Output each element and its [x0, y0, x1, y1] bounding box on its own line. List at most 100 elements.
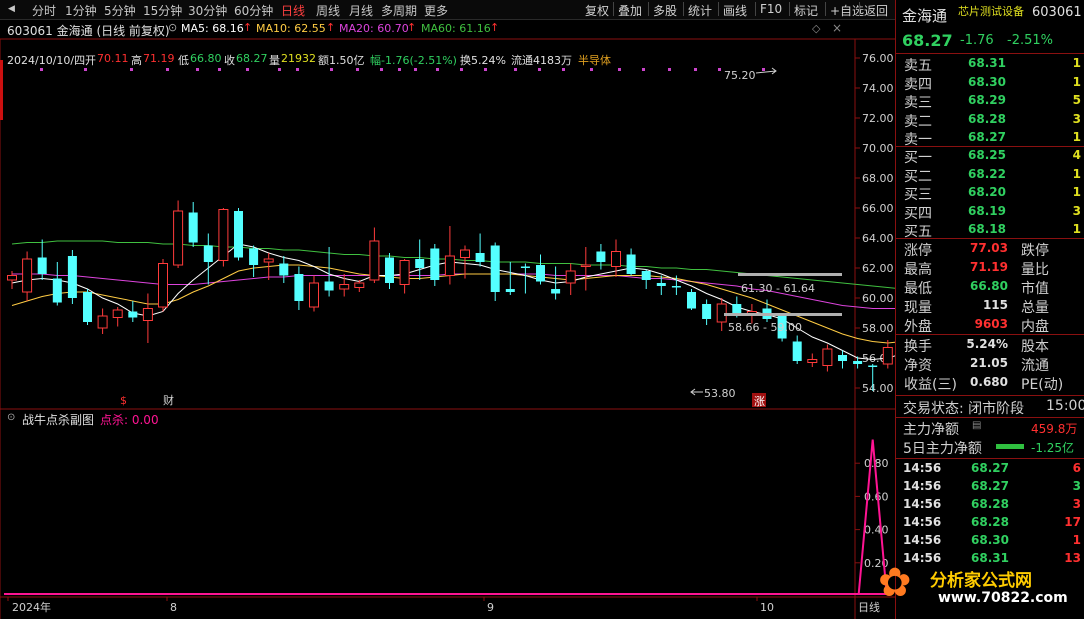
tick-vol-1: 3	[1072, 479, 1081, 493]
main-net-label: 主力净额	[903, 422, 959, 438]
candle-body-down	[234, 211, 243, 258]
buy-price-3: 68.19	[968, 203, 1006, 218]
sell-price-4: 68.27	[968, 130, 1006, 144]
candle-body-up	[399, 260, 410, 285]
sell-label-1: 卖四	[904, 76, 932, 93]
info-turnover: 换5.24%	[460, 54, 506, 67]
info-low-label: 低	[178, 54, 189, 67]
sell-vol-4: 1	[1072, 130, 1081, 144]
close-icon[interactable]: ×	[832, 21, 842, 35]
signal-dot	[514, 68, 517, 71]
signal-dot	[218, 68, 221, 71]
stat2-label2-0: 股本	[1021, 339, 1049, 355]
kill-signal-line	[4, 439, 888, 595]
sell-vol-3: 3	[1072, 111, 1081, 126]
info-vol: 21932	[281, 52, 316, 65]
brand-logo-name: 分析家公式网	[930, 571, 1032, 591]
level-bar-lower	[724, 313, 842, 316]
event-zhang-marker: 涨	[754, 395, 765, 408]
sub-settings-icon[interactable]: ⊙	[7, 412, 15, 423]
quote-panel: 金海通 芯片测试设备 603061 68.27 -1.76 -2.51% 卖五 68.31 1 卖…	[895, 0, 1084, 619]
panel-price: 68.27	[902, 31, 953, 50]
stat2-label-0: 换手	[904, 339, 932, 355]
panel-divider	[896, 53, 1084, 54]
stock-app-window: 分时 1分钟 5分钟 15分钟 30分钟 60分钟 日线 周线 月线 多周期 更多 复权 叠加 多股 统计画…	[0, 0, 1084, 619]
candle-body-up	[444, 255, 455, 276]
candle-body-up	[112, 309, 123, 318]
stat-value-0: 77.03	[970, 241, 1008, 255]
candle-body-down	[203, 245, 213, 262]
low-arrow-icon	[690, 388, 703, 396]
low-price-mark: 53.80	[704, 387, 736, 400]
stat-label-3: 现量	[904, 300, 932, 316]
tick-price-1: 68.27	[971, 479, 1009, 493]
panel-divider	[896, 458, 1084, 459]
info-sector: 半导体	[578, 54, 611, 67]
info-amount: 额1.50亿	[318, 54, 365, 67]
flower-icon: ✿	[878, 560, 912, 606]
level-upper-label: 61.30 - 61.64	[741, 282, 815, 295]
candle-body-up	[822, 348, 833, 366]
candle-body-up	[611, 251, 621, 267]
tick-time-3: 14:56	[903, 515, 942, 529]
y-tick-label: 60.00	[862, 292, 894, 305]
level-lower-label: 58.66 - 59.00	[728, 321, 802, 334]
candle-body-up	[158, 263, 168, 308]
sell-vol-2: 5	[1072, 93, 1081, 107]
candle-body-up	[142, 308, 153, 321]
main-net-info-icon[interactable]: ▤	[972, 420, 981, 431]
candle-body-up	[263, 258, 274, 263]
candle-body-down	[792, 341, 802, 361]
signal-dot	[484, 68, 487, 71]
candle-body-down	[249, 248, 259, 265]
y-tick-label: 76.00	[862, 52, 894, 65]
y-tick-label: 74.00	[862, 82, 894, 95]
candle-body-up	[460, 249, 470, 258]
signal-dot	[590, 68, 593, 71]
candle-body-down	[520, 266, 530, 268]
tick-vol-3: 17	[1064, 515, 1081, 529]
sell-price-3: 68.28	[968, 111, 1006, 126]
stat-label2-1: 量比	[1021, 262, 1049, 278]
y-tick-label: 68.00	[862, 172, 894, 185]
stat2-label-2: 收益(三)	[904, 377, 957, 393]
x-tick-label: 10	[760, 601, 774, 614]
tick-time-4: 14:56	[903, 533, 942, 547]
ma60-label: MA60: 61.16	[421, 22, 491, 35]
diamond-icon[interactable]: ◇	[812, 22, 820, 35]
x-tick-label: 9	[487, 601, 494, 614]
buy-price-2: 68.20	[968, 185, 1006, 199]
stat2-value-1: 21.05	[970, 356, 1008, 370]
candle-body-down	[687, 292, 696, 309]
trade-status: 交易状态: 闭市阶段	[903, 401, 1025, 417]
panel-stock-code: 603061	[1032, 5, 1082, 20]
x-tick-label: 2024年	[12, 600, 51, 614]
kline-chart[interactable]: 76.00 74.00 72.00 70.00 68.00 66.00 64.00 62.00…	[0, 0, 895, 619]
info-high: 71.19	[143, 52, 175, 65]
ma20-arrow-icon: ↑	[407, 21, 417, 34]
info-high-label: 高	[131, 54, 142, 67]
candle-body-down	[324, 281, 334, 291]
sell-label-2: 卖三	[904, 95, 932, 111]
event-cai-marker: 财	[163, 393, 174, 407]
settings-chevron-icon[interactable]: ⊙	[168, 21, 177, 34]
tick-time-0: 14:56	[903, 461, 942, 475]
candle-body-down	[671, 286, 681, 288]
panel-pct: -2.51%	[1007, 33, 1053, 48]
signal-dot	[84, 68, 87, 71]
candle-body-down	[279, 263, 289, 276]
signal-dot	[196, 68, 199, 71]
info-low: 66.80	[190, 52, 222, 65]
buy-price-0: 68.25	[968, 148, 1006, 162]
main5-bar	[996, 444, 1024, 449]
info-close-label: 收	[224, 54, 235, 67]
buy-vol-0: 4	[1072, 148, 1081, 162]
candle-body-down	[430, 248, 440, 280]
candle-body-down	[67, 256, 77, 298]
signal-dot	[718, 68, 721, 71]
candle-body-down	[294, 274, 304, 301]
candle-body-down	[128, 311, 138, 318]
signal-dot	[642, 68, 645, 71]
y-tick-label: 58.00	[862, 322, 894, 335]
candle-body-up	[339, 284, 350, 290]
